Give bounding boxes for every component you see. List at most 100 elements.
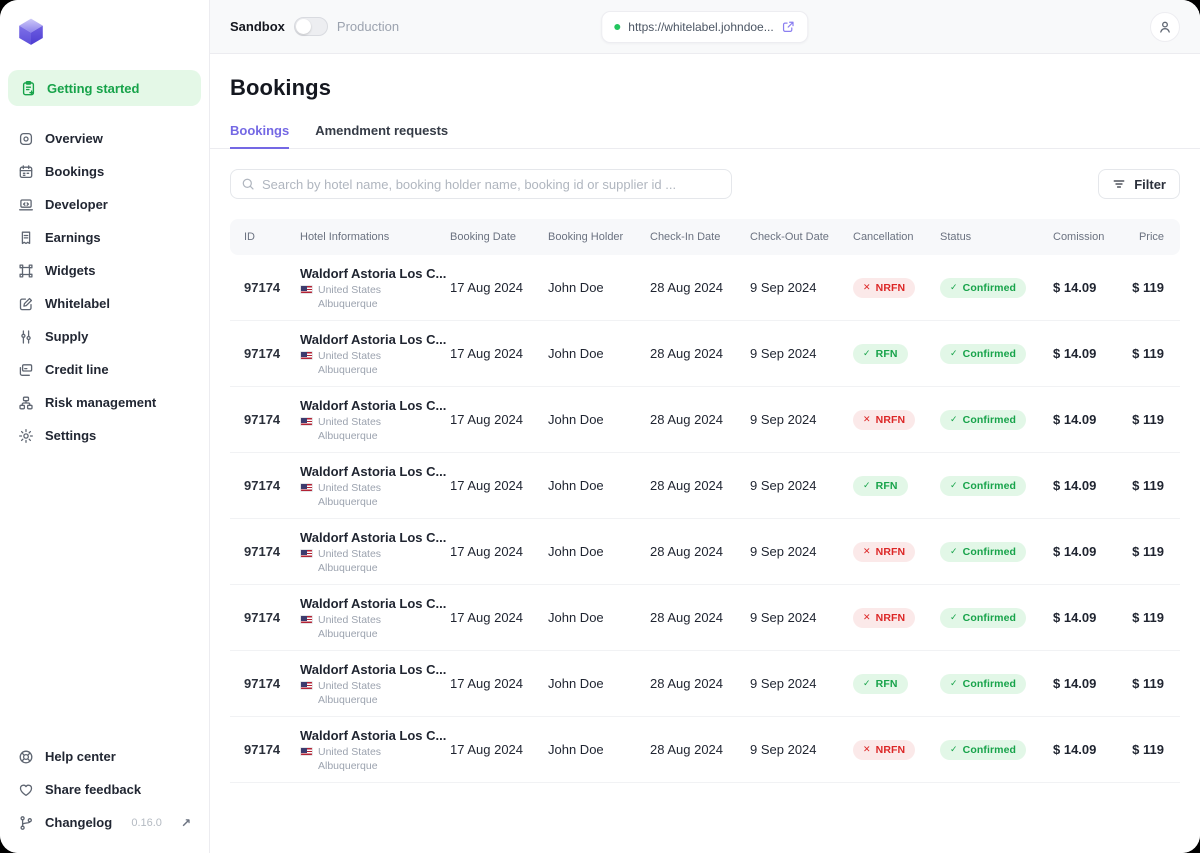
hotel-city: Albuquerque — [318, 298, 436, 310]
table-row[interactable]: 97174 Waldorf Astoria Los C... United St… — [230, 651, 1180, 717]
booking-holder: John Doe — [534, 610, 636, 625]
filter-button[interactable]: Filter — [1098, 169, 1180, 199]
hotel-country: United States — [318, 416, 381, 428]
table-row[interactable]: 97174 Waldorf Astoria Los C... United St… — [230, 453, 1180, 519]
hotel-city: Albuquerque — [318, 364, 436, 376]
sidebar-item-share-feedback[interactable]: Share feedback — [8, 773, 201, 806]
price: $ 119 — [1119, 478, 1180, 493]
tab-amendment-requests[interactable]: Amendment requests — [315, 123, 448, 149]
search-box — [230, 169, 732, 199]
booking-holder: John Doe — [534, 544, 636, 559]
hotel-name: Waldorf Astoria Los C... — [300, 332, 436, 347]
sidebar-item-developer[interactable]: Developer — [8, 188, 201, 221]
toggle-knob — [296, 19, 311, 34]
sidebar-item-label: Risk management — [45, 395, 156, 410]
commission: $ 14.09 — [1039, 610, 1119, 625]
column-header: ID — [230, 231, 286, 243]
environment-toggle[interactable] — [294, 17, 328, 36]
getting-started-label: Getting started — [47, 81, 139, 96]
check-out-date: 9 Sep 2024 — [736, 610, 839, 625]
sidebar-item-supply[interactable]: Supply — [8, 320, 201, 353]
sidebar-item-bookings[interactable]: Bookings — [8, 155, 201, 188]
sidebar-item-whitelabel[interactable]: Whitelabel — [8, 287, 201, 320]
main-area: Sandbox Production https://whitelabel.jo… — [210, 0, 1200, 853]
booking-date: 17 Aug 2024 — [436, 676, 534, 691]
table-row[interactable]: 97174 Waldorf Astoria Los C... United St… — [230, 519, 1180, 585]
status-badge: ✓ Confirmed — [940, 410, 1026, 430]
us-flag-icon — [300, 285, 313, 294]
sidebar-item-label: Widgets — [45, 263, 95, 278]
status-badge: ✓ Confirmed — [940, 608, 1026, 628]
badge-glyph-icon: ✕ — [863, 282, 871, 293]
sidebar-item-label: Settings — [45, 428, 96, 443]
hotel-name: Waldorf Astoria Los C... — [300, 266, 436, 281]
us-flag-icon — [300, 549, 313, 558]
hotel-info-cell: Waldorf Astoria Los C... United States A… — [286, 398, 436, 442]
hotel-city: Albuquerque — [318, 496, 436, 508]
cancellation-cell: ✓ RFN — [839, 476, 926, 496]
status-badge: ✓ Confirmed — [940, 674, 1026, 694]
check-in-date: 28 Aug 2024 — [636, 280, 736, 295]
supply-icon — [18, 329, 34, 345]
filter-label: Filter — [1134, 177, 1166, 192]
cancellation-cell: ✕ NRFN — [839, 740, 926, 760]
sidebar-item-credit-line[interactable]: Credit line — [8, 353, 201, 386]
user-menu-button[interactable] — [1150, 12, 1180, 42]
overview-icon — [18, 131, 34, 147]
search-input[interactable] — [262, 177, 721, 192]
us-flag-icon — [300, 483, 313, 492]
table-row[interactable]: 97174 Waldorf Astoria Los C... United St… — [230, 321, 1180, 387]
cancellation-badge: ✓ RFN — [853, 344, 908, 364]
hotel-info-cell: Waldorf Astoria Los C... United States A… — [286, 596, 436, 640]
check-in-date: 28 Aug 2024 — [636, 742, 736, 757]
cancellation-cell: ✕ NRFN — [839, 410, 926, 430]
whitelabel-url-pill[interactable]: https://whitelabel.johndoe... — [601, 11, 808, 43]
sandbox-label: Sandbox — [230, 19, 285, 34]
environment-switch-group: Sandbox Production — [230, 17, 399, 36]
booking-date: 17 Aug 2024 — [436, 742, 534, 757]
commission: $ 14.09 — [1039, 676, 1119, 691]
hotel-country: United States — [318, 614, 381, 626]
us-flag-icon — [300, 417, 313, 426]
status-cell: ✓ Confirmed — [926, 608, 1039, 628]
hotel-info-cell: Waldorf Astoria Los C... United States A… — [286, 530, 436, 574]
hotel-country: United States — [318, 548, 381, 560]
hotel-city: Albuquerque — [318, 562, 436, 574]
us-flag-icon — [300, 351, 313, 360]
booking-date: 17 Aug 2024 — [436, 280, 534, 295]
check-out-date: 9 Sep 2024 — [736, 346, 839, 361]
sidebar-item-risk-management[interactable]: Risk management — [8, 386, 201, 419]
hotel-name: Waldorf Astoria Los C... — [300, 398, 436, 413]
getting-started-button[interactable]: Getting started — [8, 70, 201, 106]
tab-bar: Bookings Amendment requests — [210, 123, 1200, 149]
table-toolbar: Filter — [230, 169, 1180, 199]
cancellation-cell: ✕ NRFN — [839, 278, 926, 298]
column-header: Cancellation — [839, 231, 926, 243]
table-row[interactable]: 97174 Waldorf Astoria Los C... United St… — [230, 585, 1180, 651]
sidebar-item-label: Bookings — [45, 164, 104, 179]
badge-glyph-icon: ✓ — [950, 546, 958, 557]
price: $ 119 — [1119, 610, 1180, 625]
column-header: Booking Holder — [534, 231, 636, 243]
table-row[interactable]: 97174 Waldorf Astoria Los C... United St… — [230, 387, 1180, 453]
sidebar-item-overview[interactable]: Overview — [8, 122, 201, 155]
sidebar-item-earnings[interactable]: Earnings — [8, 221, 201, 254]
share-feedback-icon — [18, 782, 34, 798]
clipboard-plus-icon — [20, 80, 37, 97]
hotel-info-cell: Waldorf Astoria Los C... United States A… — [286, 464, 436, 508]
sidebar-item-settings[interactable]: Settings — [8, 419, 201, 452]
column-header: Hotel Informations — [286, 231, 436, 243]
hotel-name: Waldorf Astoria Los C... — [300, 596, 436, 611]
table-row[interactable]: 97174 Waldorf Astoria Los C... United St… — [230, 255, 1180, 321]
price: $ 119 — [1119, 280, 1180, 295]
sidebar-item-widgets[interactable]: Widgets — [8, 254, 201, 287]
table-row[interactable]: 97174 Waldorf Astoria Los C... United St… — [230, 717, 1180, 783]
booking-id: 97174 — [230, 280, 286, 295]
check-out-date: 9 Sep 2024 — [736, 676, 839, 691]
table-header-row: IDHotel InformationsBooking DateBooking … — [230, 219, 1180, 255]
sidebar-item-changelog[interactable]: Changelog 0.16.0↗ — [8, 806, 201, 839]
check-in-date: 28 Aug 2024 — [636, 346, 736, 361]
tab-bookings[interactable]: Bookings — [230, 123, 289, 149]
booking-holder: John Doe — [534, 676, 636, 691]
sidebar-item-help-center[interactable]: Help center — [8, 740, 201, 773]
